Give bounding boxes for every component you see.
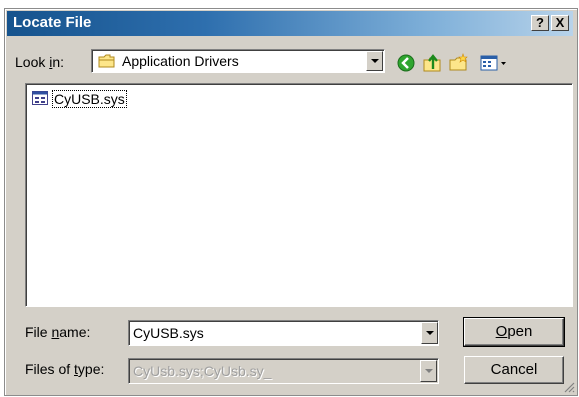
file-name-label-text: File name: [25, 324, 90, 340]
locate-file-dialog: Locate File ? X Look in: Application Dri… [4, 8, 578, 396]
file-type-value: CyUsb.sys;CyUsb.sy_ [133, 363, 272, 379]
look-in-value: Application Drivers [122, 53, 239, 69]
file-type-label-suffix: ype: [77, 361, 105, 377]
cancel-button[interactable]: Cancel [464, 356, 564, 384]
file-type-label-text: Files of type: [25, 361, 104, 377]
file-name-label-suffix: ame: [59, 324, 91, 340]
back-icon[interactable] [395, 52, 417, 74]
open-button-accel: O [495, 323, 508, 340]
view-menu-icon[interactable] [479, 52, 509, 74]
look-in-dropdown-arrow[interactable] [366, 51, 383, 71]
new-folder-icon[interactable] [448, 52, 470, 74]
file-name-dropdown[interactable] [416, 320, 439, 346]
file-name-label: CyUSB.sys [52, 90, 127, 108]
title-bar[interactable]: Locate File ? X [7, 11, 573, 36]
file-type-label-prefix: Files of [25, 361, 75, 377]
file-name-field[interactable]: CyUSB.sys [128, 320, 439, 346]
open-button[interactable]: Open [463, 317, 565, 347]
help-button[interactable]: ? [531, 15, 549, 31]
folder-icon [98, 54, 115, 68]
system-file-icon [32, 91, 48, 105]
open-button-label: pen [507, 323, 533, 340]
look-in-label-prefix: Look [15, 54, 50, 70]
look-in-dropdown[interactable]: Application Drivers [91, 49, 385, 73]
window-title: Locate File [13, 14, 92, 31]
look-in-label: Look in: [15, 54, 64, 70]
file-name-value: CyUSB.sys [133, 325, 204, 341]
file-type-dropdown[interactable]: CyUsb.sys;CyUsb.sy_ [128, 358, 439, 384]
look-in-label-suffix: n: [52, 54, 65, 70]
close-button[interactable]: X [551, 15, 569, 31]
file-type-dropdown-arrow[interactable] [420, 360, 437, 382]
file-name-label-prefix: File [25, 324, 52, 340]
file-name-dropdown-arrow[interactable] [421, 322, 438, 344]
file-list[interactable]: CyUSB.sys [25, 83, 573, 307]
resize-grip-icon[interactable] [563, 381, 575, 393]
up-folder-icon[interactable] [421, 52, 443, 74]
